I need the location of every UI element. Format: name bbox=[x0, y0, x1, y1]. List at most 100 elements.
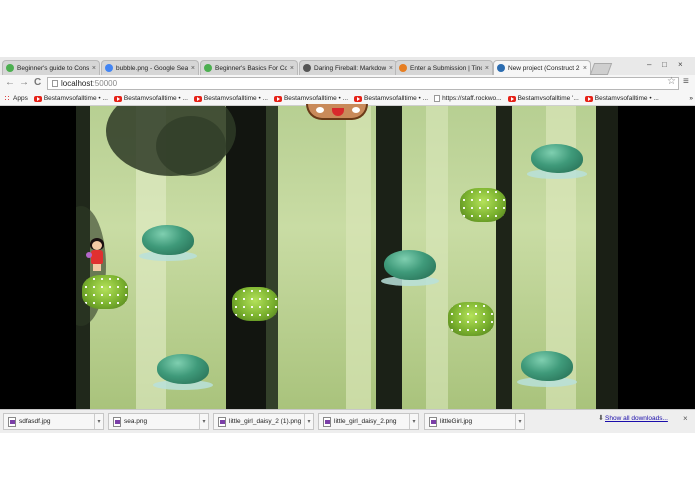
tab-close-icon[interactable]: × bbox=[485, 65, 489, 72]
tab-5[interactable]: New project (Construct 2 × bbox=[493, 60, 591, 75]
tab-1[interactable]: bubble.png - Google Sear × bbox=[101, 60, 199, 75]
peeking-character bbox=[306, 104, 368, 120]
bookmark-label: Bestamvsofalltime • ... bbox=[283, 95, 349, 102]
bookmark-item[interactable]: https://staff.rockwo... bbox=[434, 95, 502, 102]
youtube-icon bbox=[113, 95, 122, 102]
download-name: little_girl_daisy_2 (1).png bbox=[229, 418, 301, 425]
url-host: localhost bbox=[61, 79, 93, 88]
bookmark-star-icon[interactable]: ☆ bbox=[667, 76, 676, 87]
bush-platform bbox=[517, 351, 577, 387]
page-icon bbox=[52, 80, 58, 87]
bush-platform bbox=[139, 225, 197, 261]
bookmark-item[interactable]: Bestamvsofalltime • ... bbox=[273, 95, 349, 102]
tab-close-icon[interactable]: × bbox=[92, 65, 96, 72]
bookmark-item[interactable]: Bestamvsofalltime • ... bbox=[193, 95, 268, 102]
apps-grid-icon bbox=[4, 95, 11, 102]
flower-bush-platform bbox=[448, 302, 494, 336]
bookmark-label: Bestamvsofalltime • ... bbox=[43, 95, 108, 102]
tab-favicon-icon bbox=[204, 64, 212, 72]
download-arrow-icon: ⬇ bbox=[598, 415, 604, 422]
download-item[interactable]: little_girl_daisy_2 (1).png ▾ bbox=[213, 413, 314, 430]
tree-trunk bbox=[496, 106, 512, 409]
tab-4[interactable]: Enter a Submission | Tino × bbox=[395, 60, 493, 75]
download-name: little_girl_daisy_2.png bbox=[334, 418, 397, 425]
tab-label: Daring Fireball: Markdow bbox=[314, 64, 386, 72]
youtube-icon bbox=[507, 95, 516, 102]
tree-trunk bbox=[266, 106, 278, 409]
file-image-icon bbox=[323, 416, 331, 427]
close-downloads-icon[interactable]: × bbox=[683, 414, 688, 423]
bookmark-apps[interactable]: Apps bbox=[4, 95, 28, 102]
tree-canopy bbox=[156, 116, 226, 176]
bookmark-label: Apps bbox=[13, 95, 28, 102]
youtube-icon bbox=[193, 95, 202, 102]
chevron-down-icon[interactable]: ▾ bbox=[304, 414, 313, 429]
light-shaft bbox=[346, 106, 371, 409]
tab-3[interactable]: Daring Fireball: Markdow × bbox=[299, 60, 397, 75]
bookmark-label: Bestamvsofalltime • ... bbox=[594, 95, 659, 102]
download-item[interactable]: sdfasdf.jpg ▾ bbox=[3, 413, 104, 430]
bookmark-item[interactable]: Bestamvsofalltime • ... bbox=[354, 95, 428, 102]
bookmark-label: Bestamvsofalltime • ... bbox=[364, 95, 429, 102]
download-name: littleGirl.jpg bbox=[440, 418, 473, 425]
flower-bush-platform bbox=[232, 287, 278, 321]
tab-close-icon[interactable]: × bbox=[389, 65, 393, 72]
tab-favicon-icon bbox=[497, 64, 505, 72]
bookmark-item[interactable]: Bestamvsofalltime • ... bbox=[33, 95, 108, 102]
bush-platform bbox=[153, 354, 213, 390]
bookmark-item[interactable]: Bestamvsofalltime • ... bbox=[113, 95, 188, 102]
download-name: sea.png bbox=[124, 418, 148, 425]
download-item[interactable]: littleGirl.jpg ▾ bbox=[424, 413, 525, 430]
download-item[interactable]: little_girl_daisy_2.png ▾ bbox=[318, 413, 419, 430]
tab-favicon-icon bbox=[105, 64, 113, 72]
tab-0[interactable]: Beginner's guide to Const × bbox=[2, 60, 100, 75]
close-window-icon[interactable]: × bbox=[678, 60, 683, 69]
chevron-down-icon[interactable]: ▾ bbox=[515, 414, 524, 429]
flower-bush-platform bbox=[82, 275, 128, 309]
youtube-icon bbox=[33, 95, 42, 102]
tab-label: Beginner's guide to Const bbox=[17, 64, 89, 72]
file-image-icon bbox=[429, 416, 437, 427]
tab-label: New project (Construct 2 bbox=[508, 64, 580, 72]
flower-bush-platform bbox=[460, 188, 506, 222]
tab-close-icon[interactable]: × bbox=[191, 65, 195, 72]
bookmark-label: https://staff.rockwo... bbox=[442, 95, 502, 102]
bookmarks-overflow-button[interactable]: » bbox=[689, 95, 693, 102]
file-image-icon bbox=[218, 416, 226, 427]
bookmark-label: Bestamvsofalltime • ... bbox=[123, 95, 188, 102]
screen-margin-top bbox=[0, 0, 695, 57]
back-icon[interactable]: ← bbox=[5, 77, 15, 88]
chevron-down-icon[interactable]: ▾ bbox=[94, 414, 103, 429]
show-all-downloads-link[interactable]: Show all downloads... bbox=[605, 415, 668, 422]
address-bar[interactable]: localhost:50000 bbox=[47, 77, 679, 90]
tab-favicon-icon bbox=[6, 64, 14, 72]
bookmark-item[interactable]: Bestamvsofalltime • ... bbox=[584, 95, 659, 102]
bookmark-label: Bestamvsofalltime • ... bbox=[203, 95, 268, 102]
bush-platform bbox=[381, 250, 439, 286]
forward-icon[interactable]: → bbox=[19, 77, 29, 88]
tab-label: Enter a Submission | Tino bbox=[410, 64, 482, 72]
tab-2[interactable]: Beginner's Basics For Con × bbox=[200, 60, 298, 75]
file-image-icon bbox=[113, 416, 121, 427]
page-icon bbox=[434, 95, 441, 102]
menu-icon[interactable]: ≡ bbox=[683, 76, 689, 87]
download-name: sdfasdf.jpg bbox=[19, 418, 51, 425]
tab-favicon-icon bbox=[399, 64, 407, 72]
tree-trunk bbox=[226, 106, 266, 409]
chevron-down-icon[interactable]: ▾ bbox=[199, 414, 208, 429]
download-item[interactable]: sea.png ▾ bbox=[108, 413, 209, 430]
player-girl bbox=[86, 238, 108, 272]
file-image-icon bbox=[8, 416, 16, 427]
new-tab-button[interactable] bbox=[589, 63, 613, 75]
reload-icon[interactable]: C bbox=[34, 77, 41, 88]
chevron-down-icon[interactable]: ▾ bbox=[409, 414, 418, 429]
maximize-icon[interactable]: □ bbox=[662, 60, 667, 69]
bush-platform bbox=[527, 144, 587, 179]
minimize-icon[interactable]: – bbox=[647, 60, 651, 69]
tab-label: bubble.png - Google Sear bbox=[116, 64, 188, 72]
downloads-bar: sdfasdf.jpg ▾ sea.png ▾ little_girl_dais… bbox=[0, 409, 695, 434]
youtube-icon bbox=[354, 95, 363, 102]
tab-close-icon[interactable]: × bbox=[290, 65, 294, 72]
tab-close-icon[interactable]: × bbox=[583, 65, 587, 72]
bookmark-item[interactable]: Bestamvsofalltime '... bbox=[507, 95, 579, 102]
